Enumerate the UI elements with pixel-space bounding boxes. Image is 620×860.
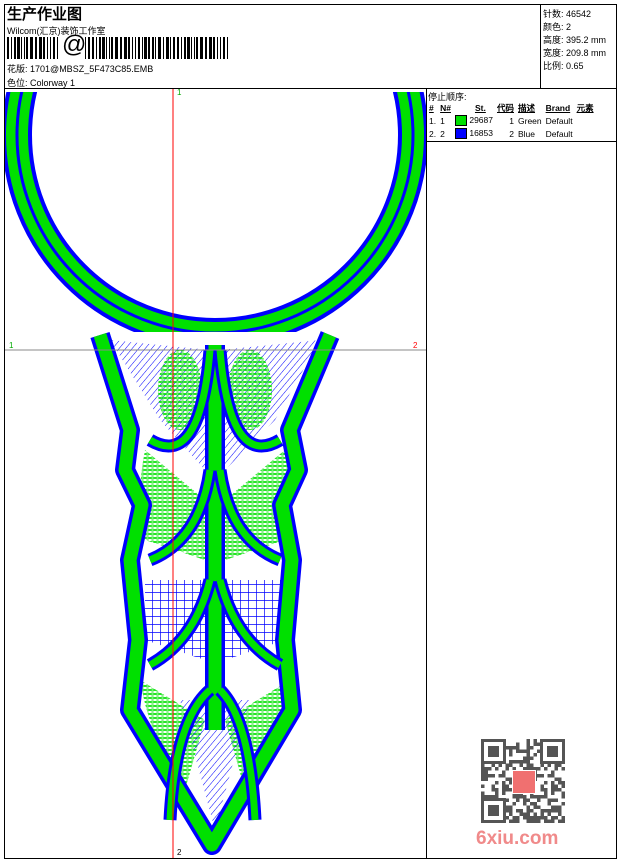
watermark: 6xiu.com: [476, 828, 559, 849]
design-label: 花版:: [7, 64, 28, 74]
barcode-symbol: @: [62, 31, 87, 58]
height: 高度: 395.2 mm: [543, 35, 607, 45]
width: 宽度: 209.8 mm: [543, 48, 607, 58]
guide-label-right: 2: [413, 341, 418, 350]
colorway-label: 色位:: [7, 78, 28, 88]
production-sheet: 生产作业图 Wilcom(汇京)装饰工作室 @ 花版: 1701@MBSZ_5F…: [0, 0, 620, 860]
seal-logo: [512, 770, 536, 794]
scale: 比例: 0.65: [543, 61, 584, 71]
stitch-count: 针数: 46542: [543, 9, 592, 19]
table-row[interactable]: 1. 1 29687 1 Green Default: [427, 114, 596, 127]
table-header: # N# St. 代码 描述 Brand 元素: [429, 102, 594, 113]
guide-label-bottom: 2: [177, 848, 182, 857]
guide-label-left: 1: [9, 341, 14, 350]
colorway-row: 色位: Colorway 1: [7, 76, 75, 89]
barcode: [7, 37, 228, 59]
design-file-row: 花版: 1701@MBSZ_5F473C85.EMB: [7, 62, 153, 75]
colorway: Colorway 1: [30, 78, 76, 88]
color-swatch: [454, 128, 467, 140]
color-count: 颜色: 2: [543, 22, 572, 32]
embroidery-design: [5, 89, 426, 858]
color-swatch: [454, 115, 467, 127]
stop-sequence-table: # N# St. 代码 描述 Brand 元素 1. 1 29687 1 Green Defaul…: [427, 101, 596, 140]
ring-band: [5, 92, 426, 332]
page-title: 生产作业图: [7, 6, 83, 23]
table-row[interactable]: 2. 2 16853 2 Blue Default: [427, 127, 596, 140]
design-file: 1701@MBSZ_5F473C85.EMB: [30, 64, 154, 74]
company-name: Wilcom(汇京)装饰工作室: [7, 26, 106, 36]
guide-label-top: 1: [177, 88, 182, 97]
